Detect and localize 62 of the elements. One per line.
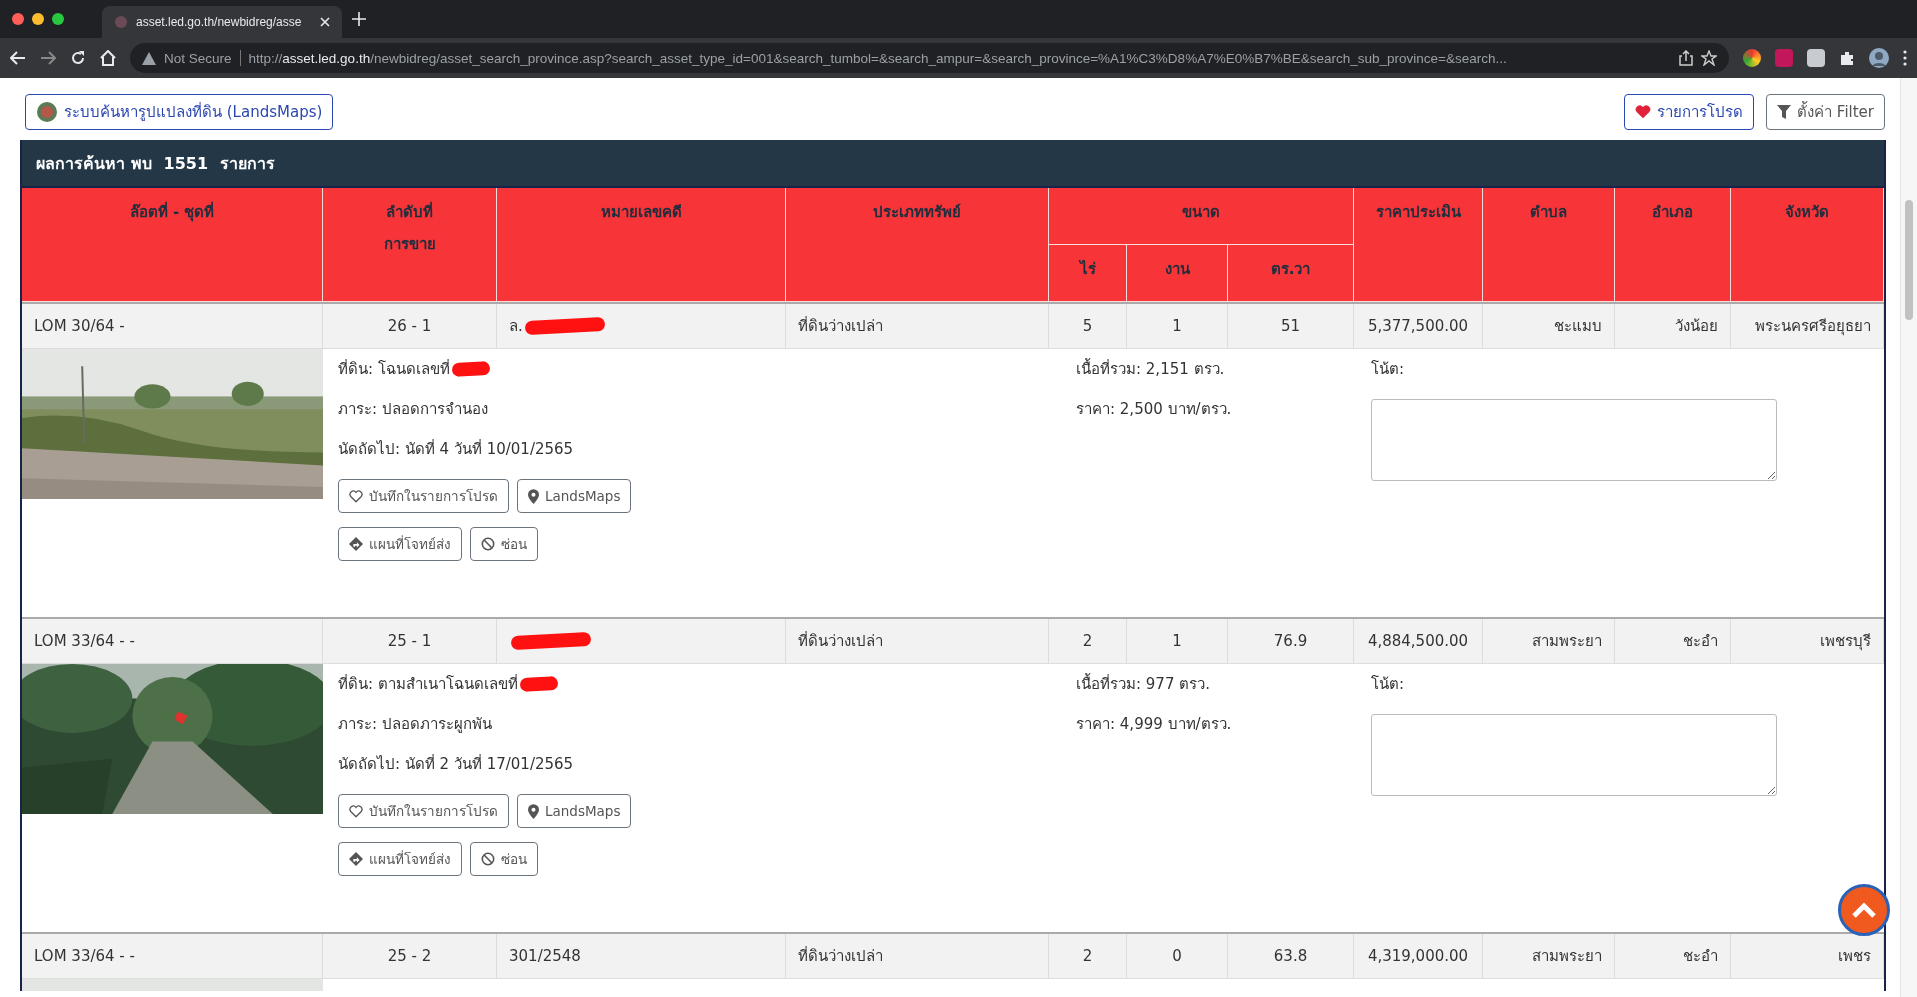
map-button[interactable]: LandsMaps: [517, 479, 632, 513]
table-cell: 25 - 2: [323, 934, 497, 978]
table-cell: ที่ดินว่างเปล่า: [786, 304, 1049, 348]
table-cell: 5,377,500.00: [1354, 304, 1483, 348]
table-cell: ชะอำ: [1615, 934, 1731, 978]
table-cell: 301/2548: [497, 934, 786, 978]
price-text: ราคา: 2,500 บาท/ตรว.: [1076, 399, 1232, 420]
map-button[interactable]: LandsMaps: [517, 794, 632, 828]
table-cell: 63.8: [1228, 934, 1354, 978]
table-cell: ชะแมบ: [1483, 304, 1615, 348]
table-cell: 2: [1049, 934, 1127, 978]
table-cell: LOM 33/64 - -: [22, 934, 323, 978]
landsmaps-link[interactable]: ระบบค้นหารูปแปลงที่ดิน (LandsMaps): [25, 94, 334, 130]
table-cell: 76.9: [1228, 619, 1354, 663]
results-count: 1551: [163, 153, 209, 173]
table-cell: 0: [1127, 934, 1228, 978]
filter-button[interactable]: ตั้งค่า Filter: [1766, 94, 1885, 130]
table-cell: สามพระยา: [1483, 934, 1615, 978]
directions-button[interactable]: แผนที่โจทย์ส่ง: [338, 527, 462, 561]
table-cell: 4,319,000.00: [1354, 934, 1483, 978]
hide-button[interactable]: ซ่อน: [470, 527, 538, 561]
table-cell: LOM 33/64 - -: [22, 619, 323, 663]
area-text: เนื้อที่รวม: 2,151 ตรว.: [1076, 357, 1225, 380]
table-cell: 51: [1228, 304, 1354, 348]
table-cell: ล.: [497, 304, 786, 348]
favorites-button[interactable]: รายการโปรด: [1624, 94, 1755, 130]
table-cell: ที่ดินว่างเปล่า: [786, 934, 1049, 978]
address-bar[interactable]: Not Secure http://asset.led.go.th/newbidreg/asset_search_province.asp?search_asset_type_id=001&search_tumbol=&search_ampur=&search_province=%A1%C3%D8%A7%E0%B7%BE&search_sub_province=&search...: [130, 43, 1729, 73]
table-cell: พระนครศรีอยุธยา: [1731, 304, 1884, 348]
table-cell: LOM 30/64 -: [22, 304, 323, 348]
table-cell: วังน้อย: [1615, 304, 1731, 348]
table-cell: 25 - 1: [323, 619, 497, 663]
table-cell: 4,884,500.00: [1354, 619, 1483, 663]
column-header: ขนาด: [1049, 188, 1354, 245]
table-cell: สามพระยา: [1483, 619, 1615, 663]
deed-text: ที่ดิน: ตามสำเนาโฉนดเลขที่: [338, 673, 518, 695]
deed-text: ที่ดิน: โฉนดเลขที่: [338, 358, 450, 380]
browser-tab[interactable]: asset.led.go.th/newbidreg/asse: [102, 6, 342, 38]
table-cell: 2: [1049, 619, 1127, 663]
table-cell: 26 - 1: [323, 304, 497, 348]
burden-text: ภาระ: ปลอดภาระผูกพัน: [338, 714, 492, 735]
url-text: http://asset.led.go.th/newbidreg/asset_search_province.asp?search_asset_type_id=001&search_tumbol=&search_ampur=&search_province=%A1%C3%D8%A7%E0%B7%BE&search_sub_province=&search...: [248, 50, 1507, 66]
results-unit: รายการ: [220, 152, 276, 175]
results-title: ผลการค้นหา พบ: [36, 152, 152, 175]
table-cell: 1: [1127, 304, 1228, 348]
security-label: Not Secure: [164, 50, 232, 66]
note-label: โน้ต:: [1371, 674, 1405, 695]
area-text: เนื้อที่รวม: 977 ตรว.: [1076, 672, 1210, 695]
next-date-text: นัดถัดไป: นัดที่ 2 วันที่ 17/01/2565: [338, 753, 574, 775]
favorite-button[interactable]: บันทึกในรายการโปรด: [338, 479, 509, 513]
burden-text: ภาระ: ปลอดการจำนอง: [338, 399, 488, 420]
hide-button[interactable]: ซ่อน: [470, 842, 538, 876]
directions-button[interactable]: แผนที่โจทย์ส่ง: [338, 842, 462, 876]
table-cell: 5: [1049, 304, 1127, 348]
table-cell: ที่ดินว่างเปล่า: [786, 619, 1049, 663]
price-text: ราคา: 4,999 บาท/ตรว.: [1076, 714, 1232, 735]
table-cell: ชะอำ: [1615, 619, 1731, 663]
table-cell: เพชรบุรี: [1731, 619, 1884, 663]
table-cell: 1: [1127, 619, 1228, 663]
next-date-text: นัดถัดไป: นัดที่ 4 วันที่ 10/01/2565: [338, 438, 574, 460]
note-label: โน้ต:: [1371, 359, 1405, 380]
favorite-button[interactable]: บันทึกในรายการโปรด: [338, 794, 509, 828]
